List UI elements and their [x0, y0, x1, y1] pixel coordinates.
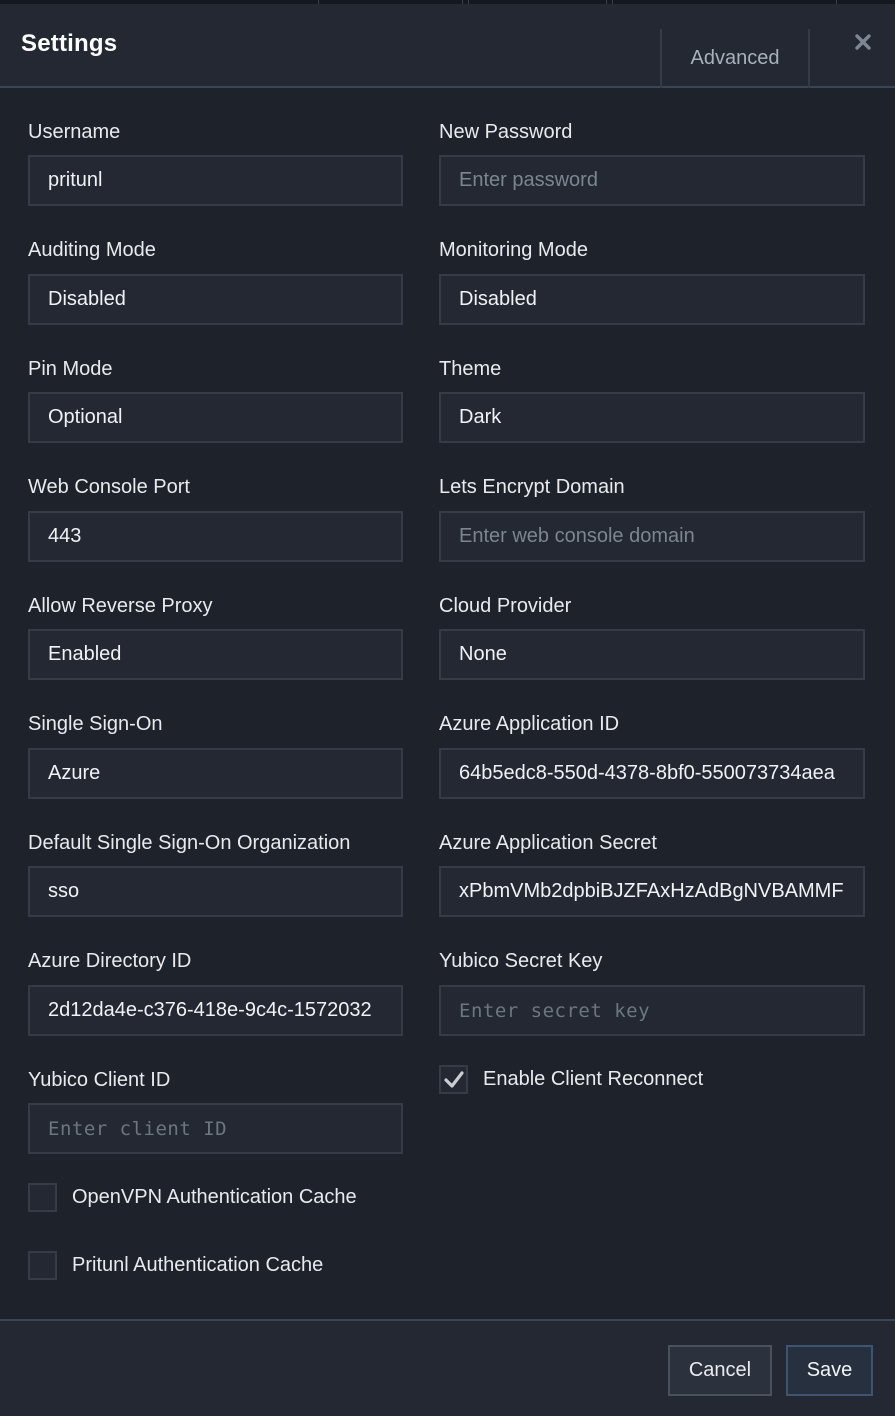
- openvpn-auth-cache-checkbox[interactable]: [28, 1183, 57, 1212]
- lets-encrypt-domain-input[interactable]: [439, 511, 865, 562]
- default-sso-organization-select[interactable]: sso: [28, 866, 403, 917]
- enable-client-reconnect-checkbox[interactable]: [439, 1065, 468, 1094]
- web-console-port-label: Web Console Port: [28, 476, 190, 498]
- cloud-provider-value: None: [459, 643, 507, 665]
- yubico-client-id-input[interactable]: [28, 1103, 403, 1154]
- auditing-mode-label: Auditing Mode: [28, 239, 156, 261]
- default-sso-organization-label: Default Single Sign-On Organization: [28, 832, 351, 854]
- cancel-button[interactable]: Cancel: [668, 1345, 772, 1396]
- cloud-provider-label: Cloud Provider: [439, 595, 572, 617]
- advanced-tab[interactable]: Advanced: [660, 29, 810, 88]
- dialog-footer: Cancel Save: [0, 1319, 895, 1416]
- pin-mode-label: Pin Mode: [28, 358, 113, 380]
- yubico-secret-key-label: Yubico Secret Key: [439, 950, 603, 972]
- theme-label: Theme: [439, 358, 502, 380]
- settings-dialog: Settings Advanced Username New Password …: [0, 0, 895, 1416]
- close-button[interactable]: [850, 28, 876, 56]
- advanced-tab-label: Advanced: [690, 47, 780, 69]
- close-icon: [855, 34, 871, 50]
- pritunl-auth-cache-label: Pritunl Authentication Cache: [72, 1254, 324, 1276]
- dialog-title: Settings: [21, 30, 118, 57]
- pritunl-auth-cache-checkbox[interactable]: [28, 1251, 57, 1280]
- yubico-secret-key-input[interactable]: [439, 985, 865, 1036]
- checkmark-icon: [443, 1070, 464, 1088]
- default-sso-organization-value: sso: [48, 880, 80, 902]
- openvpn-auth-cache-checkbox-row[interactable]: OpenVPN Authentication Cache: [28, 1183, 357, 1212]
- single-sign-on-label: Single Sign-On: [28, 713, 163, 735]
- allow-reverse-proxy-label: Allow Reverse Proxy: [28, 595, 213, 617]
- new-password-label: New Password: [439, 121, 573, 143]
- new-password-input[interactable]: [439, 155, 865, 206]
- cancel-button-label: Cancel: [688, 1359, 752, 1381]
- allow-reverse-proxy-select[interactable]: Enabled: [28, 629, 403, 680]
- pin-mode-value: Optional: [48, 406, 123, 428]
- azure-application-id-input[interactable]: [439, 748, 865, 799]
- save-button[interactable]: Save: [786, 1345, 873, 1396]
- monitoring-mode-value: Disabled: [459, 288, 537, 310]
- azure-application-secret-input[interactable]: [439, 866, 865, 917]
- username-label: Username: [28, 121, 121, 143]
- username-input[interactable]: [28, 155, 403, 206]
- web-console-port-input[interactable]: [28, 511, 403, 562]
- azure-application-secret-label: Azure Application Secret: [439, 832, 657, 854]
- azure-directory-id-input[interactable]: [28, 985, 403, 1036]
- allow-reverse-proxy-value: Enabled: [48, 643, 122, 665]
- theme-select[interactable]: Dark: [439, 392, 865, 443]
- pin-mode-select[interactable]: Optional: [28, 392, 403, 443]
- enable-client-reconnect-checkbox-row[interactable]: Enable Client Reconnect: [439, 1065, 703, 1094]
- yubico-client-id-label: Yubico Client ID: [28, 1069, 171, 1091]
- dialog-header: Settings Advanced: [0, 4, 895, 88]
- theme-value: Dark: [459, 406, 502, 428]
- openvpn-auth-cache-label: OpenVPN Authentication Cache: [72, 1186, 357, 1208]
- auditing-mode-select[interactable]: Disabled: [28, 274, 403, 325]
- pritunl-auth-cache-checkbox-row[interactable]: Pritunl Authentication Cache: [28, 1251, 323, 1280]
- single-sign-on-value: Azure: [48, 762, 101, 784]
- single-sign-on-select[interactable]: Azure: [28, 748, 403, 799]
- monitoring-mode-select[interactable]: Disabled: [439, 274, 865, 325]
- monitoring-mode-label: Monitoring Mode: [439, 239, 588, 261]
- azure-directory-id-label: Azure Directory ID: [28, 950, 192, 972]
- enable-client-reconnect-label: Enable Client Reconnect: [483, 1068, 704, 1090]
- auditing-mode-value: Disabled: [48, 288, 126, 310]
- dialog-body: Username New Password Auditing Mode Disa…: [0, 90, 895, 1319]
- cloud-provider-select[interactable]: None: [439, 629, 865, 680]
- save-button-label: Save: [806, 1359, 853, 1381]
- lets-encrypt-domain-label: Lets Encrypt Domain: [439, 476, 625, 498]
- azure-application-id-label: Azure Application ID: [439, 713, 620, 735]
